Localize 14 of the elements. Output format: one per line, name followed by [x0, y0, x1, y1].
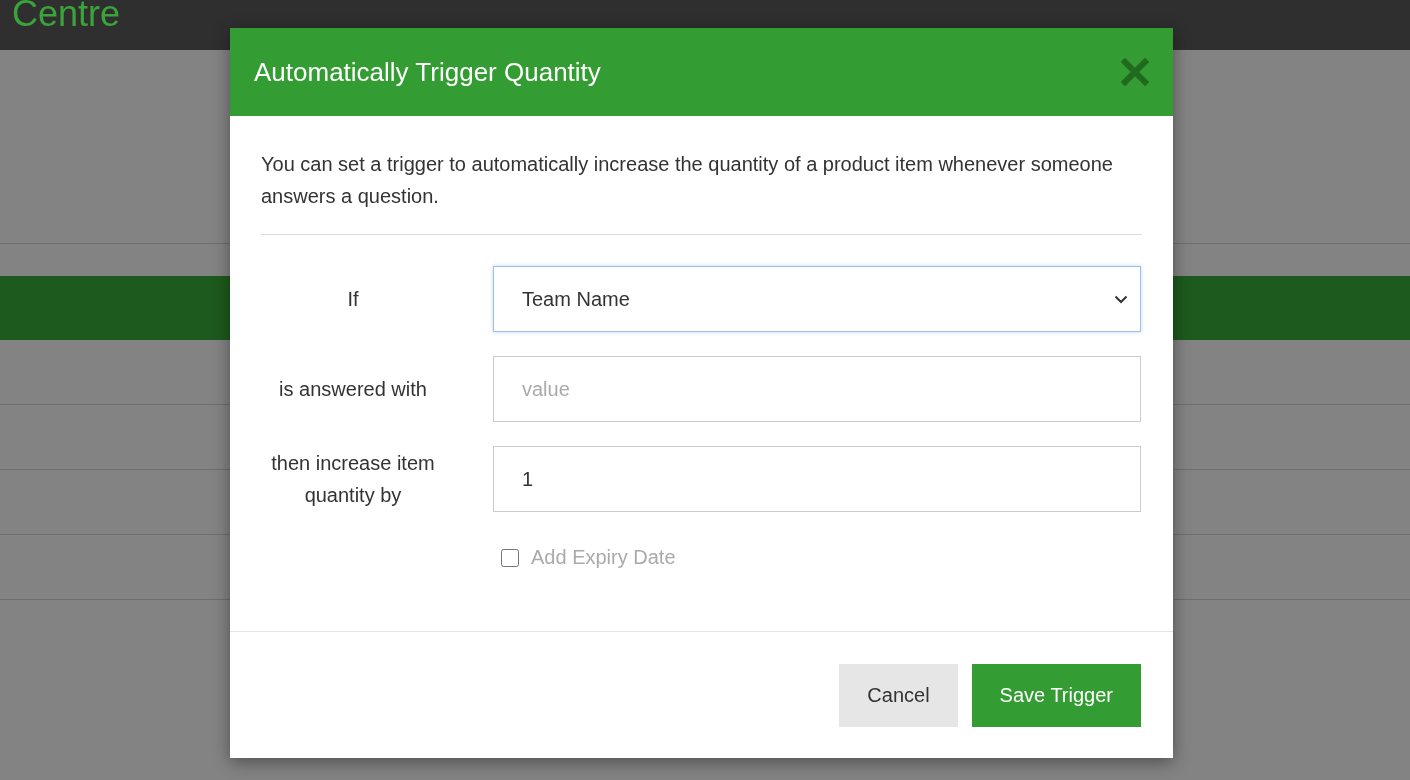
- expiry-label: Add Expiry Date: [531, 546, 676, 569]
- input-field[interactable]: value: [493, 356, 1141, 422]
- description-text: You can set a trigger to automatically increase the quantity of a product item whenever someone answers a question.: [261, 148, 1142, 235]
- field-label: If: [346, 287, 360, 312]
- page-title: Centre: [12, 0, 121, 32]
- expiry-checkbox[interactable]: [501, 548, 519, 567]
- field-label: is answered with: [278, 377, 428, 402]
- save-button[interactable]: Save Trigger: [971, 663, 1141, 727]
- dialog-title: Automatically Trigger Quantity: [254, 56, 601, 88]
- field-label: then increase item quantity by: [270, 451, 436, 508]
- input-field[interactable]: 1: [493, 446, 1141, 512]
- chevron-down-icon: [1114, 294, 1128, 304]
- select-field[interactable]: Team Name: [493, 266, 1141, 332]
- cancel-button[interactable]: Cancel: [839, 663, 958, 727]
